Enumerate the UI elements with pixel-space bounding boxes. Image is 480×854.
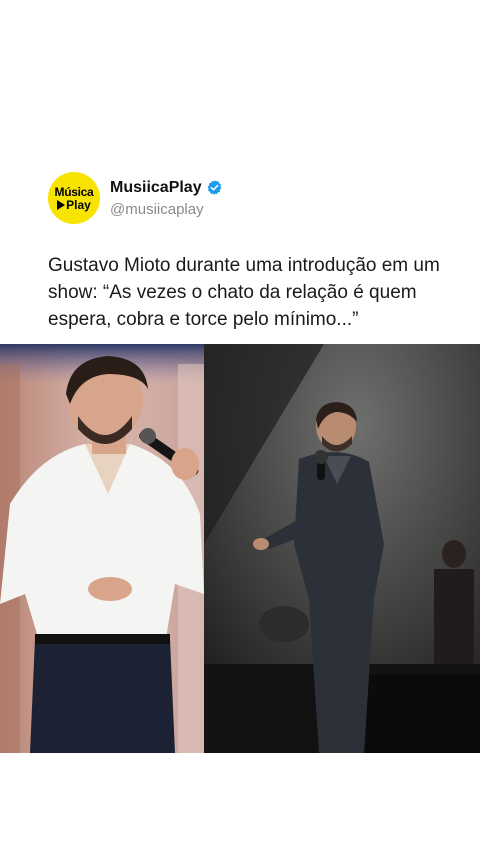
display-name[interactable]: MusiicaPlay: [110, 179, 202, 197]
play-icon: [57, 199, 66, 210]
photo-singer-on-stage[interactable]: [204, 344, 480, 753]
photo-singer-white-shirt[interactable]: [0, 344, 204, 753]
post-media[interactable]: [0, 344, 480, 753]
avatar[interactable]: Música Play: [48, 172, 100, 224]
photo-left-illustration: [0, 344, 204, 753]
photo-right-illustration: [204, 344, 480, 753]
avatar-logo-line2-text: Play: [66, 197, 91, 212]
post-header: Música Play MusiicaPlay @musiicaplay: [48, 172, 223, 224]
account-names: MusiicaPlay @musiicaplay: [110, 179, 223, 218]
handle[interactable]: @musiicaplay: [110, 201, 223, 218]
verified-badge-icon: [207, 180, 221, 195]
avatar-logo-line2: Play: [57, 199, 91, 211]
avatar-logo-line1: Música: [54, 184, 94, 199]
post-text: Gustavo Mioto durante uma introdução em …: [48, 255, 440, 330]
name-row: MusiicaPlay: [110, 179, 223, 197]
